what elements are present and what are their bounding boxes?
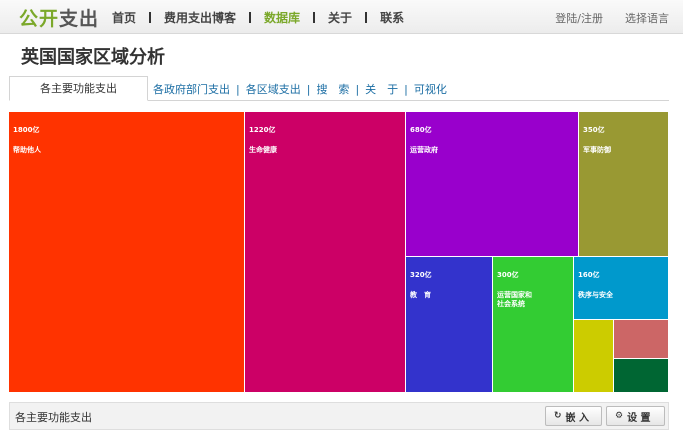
cell-label: 秩序与安全 (578, 291, 613, 299)
tab-functional-spending[interactable]: 各主要功能支出 (9, 76, 148, 101)
cell-value: 1220亿 (249, 126, 276, 134)
nav-separator (313, 12, 316, 23)
cell-value: 680亿 (410, 126, 432, 134)
treemap-cell-government[interactable]: 680亿 运营政府 (406, 112, 579, 257)
treemap-cell-small-2[interactable] (614, 320, 669, 359)
treemap-cell-small-1[interactable] (574, 320, 614, 393)
treemap-cell-order-safety[interactable]: 160亿 秩序与安全 (574, 257, 669, 320)
main-nav: 首页 费用支出博客 数据库 关于 联系 (112, 9, 404, 26)
refresh-icon: ↻ (554, 411, 562, 421)
treemap-cell-help-others[interactable]: 1800亿 帮助他人 (9, 112, 245, 393)
treemap-cell-health[interactable]: 1220亿 生命健康 (245, 112, 406, 393)
cell-label: 运营政府 (410, 146, 438, 154)
login-link[interactable]: 登陆/注册 (555, 10, 603, 26)
tab-about[interactable]: 关 于 (365, 81, 398, 97)
cell-value: 1800亿 (13, 126, 40, 134)
nav-separator (365, 12, 368, 23)
cell-label: 教 育 (410, 291, 431, 299)
cell-value: 320亿 (410, 271, 432, 279)
cell-label: 帮助他人 (13, 146, 41, 154)
treemap-cell-small-3[interactable] (614, 359, 669, 393)
tab-separator: | (355, 82, 360, 96)
tab-separator: | (236, 82, 240, 96)
cell-label: 运营国家和 社会系统 (497, 291, 532, 308)
tab-visualization[interactable]: 可视化 (414, 81, 447, 97)
nav-blog[interactable]: 费用支出博客 (164, 9, 236, 26)
tab-region-spending[interactable]: 各区域支出 (246, 81, 301, 97)
cell-value: 160亿 (578, 271, 600, 279)
user-links: 登陆/注册 选择语言 (555, 10, 669, 26)
gear-icon: ⚙ (615, 411, 624, 421)
treemap-cell-education[interactable]: 320亿 教 育 (406, 257, 493, 393)
settings-label: 设 置 (627, 412, 651, 424)
logo[interactable]: 公开支出 (19, 4, 99, 31)
nav-about[interactable]: 关于 (328, 9, 352, 26)
tab-separator: | (306, 82, 311, 96)
top-bar: 公开支出 首页 费用支出博客 数据库 关于 联系 登陆/注册 选择语言 (0, 0, 683, 34)
tab-department-spending[interactable]: 各政府部门支出 (153, 81, 230, 97)
embed-label: 嵌 入 (565, 412, 590, 424)
language-select[interactable]: 选择语言 (625, 10, 669, 26)
footer-label: 各主要功能支出 (15, 411, 92, 424)
tab-separator: | (404, 82, 408, 96)
cell-label: 生命健康 (249, 146, 277, 154)
cell-value: 350亿 (583, 126, 605, 134)
nav-separator (149, 12, 152, 23)
spending-treemap: 1800亿 帮助他人 1220亿 生命健康 680亿 运营政府 350亿 军事防… (9, 112, 669, 393)
nav-database[interactable]: 数据库 (264, 9, 300, 26)
cell-label: 军事防御 (583, 146, 611, 154)
embed-button[interactable]: ↻ 嵌 入 (545, 406, 602, 426)
tab-search[interactable]: 搜 索 (316, 81, 349, 97)
settings-button[interactable]: ⚙ 设 置 (606, 406, 665, 426)
treemap-cell-national-social[interactable]: 300亿 运营国家和 社会系统 (493, 257, 574, 393)
tab-bar: 各主要功能支出 各政府部门支出 | 各区域支出 | 搜 索 | 关 于 | 可视… (9, 76, 669, 101)
nav-separator (249, 12, 252, 23)
nav-contact[interactable]: 联系 (380, 9, 404, 26)
cell-value: 300亿 (497, 271, 519, 279)
tab-links: 各政府部门支出 | 各区域支出 | 搜 索 | 关 于 | 可视化 (153, 81, 447, 97)
treemap-cell-defense[interactable]: 350亿 军事防御 (579, 112, 669, 257)
nav-home[interactable]: 首页 (112, 9, 136, 26)
page-title: 英国国家区域分析 (21, 47, 165, 68)
footer-bar: 各主要功能支出 ↻ 嵌 入 ⚙ 设 置 (9, 402, 669, 430)
